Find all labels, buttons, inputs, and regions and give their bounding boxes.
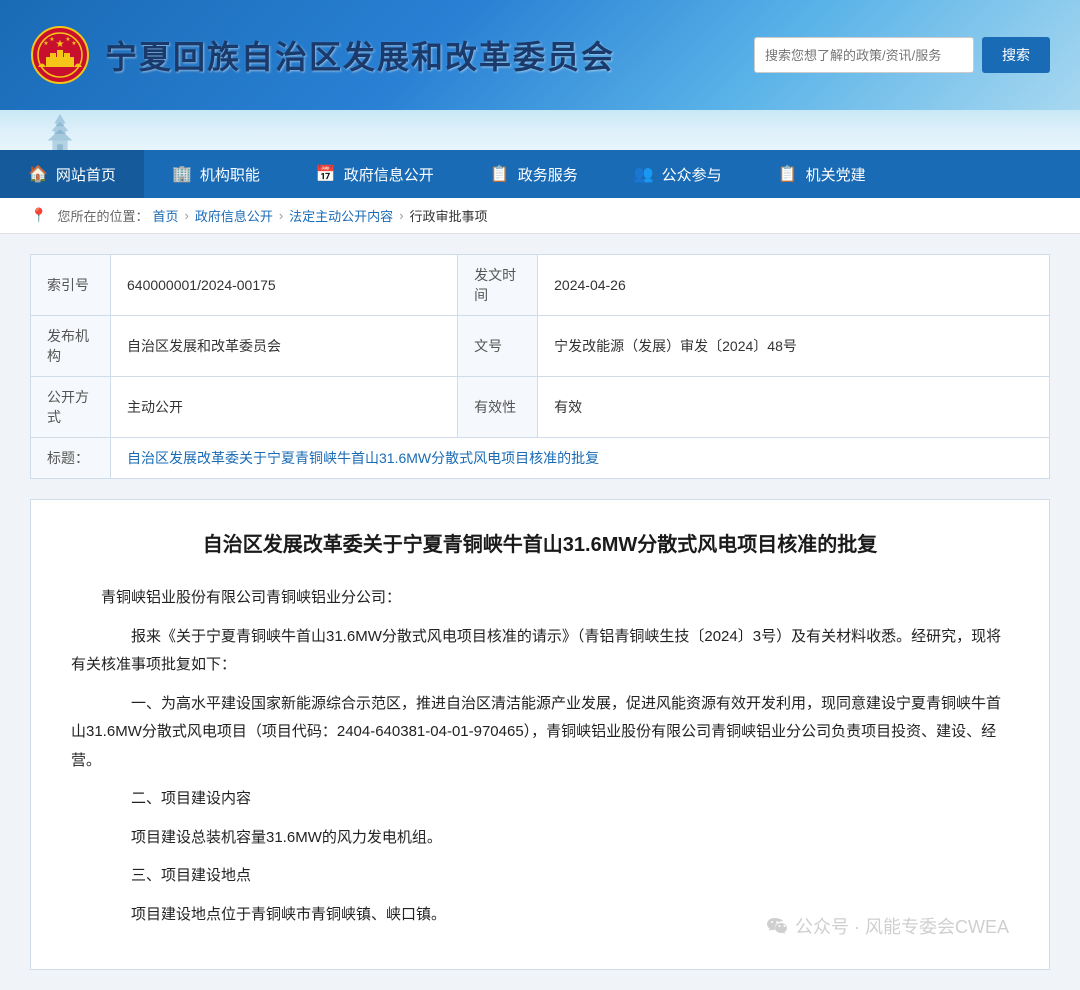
title-value: 自治区发展改革委关于宁夏青铜峡牛首山31.6MW分散式风电项目核准的批复 [111,438,1050,479]
wechat-watermark: 公众号 · 风能专委会CWEA [765,913,1009,939]
docnum-label: 文号 [458,316,538,377]
breadcrumb: 📍 您所在的位置： 首页 › 政府信息公开 › 法定主动公开内容 › 行政审批事… [0,198,1080,234]
breadcrumb-location-label: 您所在的位置： [57,206,148,225]
people-icon: 👥 [634,164,654,184]
search-input[interactable] [754,37,974,73]
page-header: ★ ★ ★ ★ ★ 宁夏回族自治区发展和改革委员会 搜索 [0,0,1080,110]
main-content: 索引号 640000001/2024-00175 发文时间 2024-04-26… [0,234,1080,990]
document-title: 自治区发展改革委关于宁夏青铜峡牛首山31.6MW分散式风电项目核准的批复 [71,530,1009,560]
doc-paragraph-1: 报来《关于宁夏青铜峡牛首山31.6MW分散式风电项目核准的请示》（青铝青铜峡生技… [71,623,1009,680]
document-content: 自治区发展改革委关于宁夏青铜峡牛首山31.6MW分散式风电项目核准的批复 青铜峡… [30,499,1050,970]
breadcrumb-home[interactable]: 首页 [152,206,178,225]
table-row: 发布机构 自治区发展和改革委员会 文号 宁发改能源（发展）审发〔2024〕48号 [31,316,1050,377]
party-icon: 📋 [778,164,798,184]
svg-text:★: ★ [71,40,76,47]
index-label: 索引号 [31,255,111,316]
date-label: 发文时间 [458,255,538,316]
nav-item-info[interactable]: 📅 政府信息公开 [288,150,462,198]
nav-label-info: 政府信息公开 [344,164,434,185]
index-value: 640000001/2024-00175 [111,255,458,316]
opentype-value: 主动公开 [111,377,458,438]
nav-label-org: 机构职能 [200,164,260,185]
org-icon: 🏢 [172,164,192,184]
national-emblem-icon: ★ ★ ★ ★ ★ [30,25,90,85]
pagoda-icon [30,112,90,150]
svg-text:★: ★ [56,39,65,50]
opentype-label: 公开方式 [31,377,111,438]
home-icon: 🏠 [28,164,48,184]
title-label: 标题： [31,438,111,479]
service-icon: 📋 [490,164,510,184]
svg-text:★: ★ [43,40,48,47]
validity-value: 有效 [538,377,1050,438]
document-body: 青铜峡铝业股份有限公司青铜峡铝业分公司： 报来《关于宁夏青铜峡牛首山31.6MW… [71,584,1009,929]
doc-paragraph-0: 青铜峡铝业股份有限公司青铜峡铝业分公司： [71,584,1009,613]
location-icon: 📍 [30,207,47,224]
doc-paragraph-2: 一、为高水平建设国家新能源综合示范区，推进自治区清洁能源产业发展，促进风能资源有… [71,690,1009,776]
nav-label-public: 公众参与 [662,164,722,185]
search-area: 搜索 [754,37,1050,73]
nav-item-public[interactable]: 👥 公众参与 [606,150,750,198]
calendar-icon: 📅 [316,164,336,184]
main-nav: 🏠 网站首页 🏢 机构职能 📅 政府信息公开 📋 政务服务 👥 公众参与 📋 机… [0,150,1080,198]
breadcrumb-current: 行政审批事项 [410,206,488,225]
wechat-icon [765,914,789,938]
validity-label: 有效性 [458,377,538,438]
nav-item-org[interactable]: 🏢 机构职能 [144,150,288,198]
nav-label-home: 网站首页 [56,164,116,185]
logo-area: ★ ★ ★ ★ ★ 宁夏回族自治区发展和改革委员会 [30,25,754,85]
table-row: 公开方式 主动公开 有效性 有效 [31,377,1050,438]
nav-label-party: 机关党建 [806,164,866,185]
publisher-label: 发布机构 [31,316,111,377]
doc-paragraph-3: 二、项目建设内容 [71,785,1009,814]
svg-text:★: ★ [65,36,70,43]
watermark-text: 公众号 · 风能专委会CWEA [795,913,1009,939]
nav-label-service: 政务服务 [518,164,578,185]
search-button[interactable]: 搜索 [982,37,1050,73]
breadcrumb-info[interactable]: 政府信息公开 [195,206,273,225]
publisher-value: 自治区发展和改革委员会 [111,316,458,377]
doc-paragraph-5: 三、项目建设地点 [71,862,1009,891]
docnum-value: 宁发改能源（发展）审发〔2024〕48号 [538,316,1050,377]
nav-item-party[interactable]: 📋 机关党建 [750,150,894,198]
doc-paragraph-4: 项目建设总装机容量31.6MW的风力发电机组。 [71,824,1009,853]
date-value: 2024-04-26 [538,255,1050,316]
scenic-decoration [0,110,1080,150]
svg-text:★: ★ [49,36,54,43]
table-row: 索引号 640000001/2024-00175 发文时间 2024-04-26 [31,255,1050,316]
nav-item-service[interactable]: 📋 政务服务 [462,150,606,198]
metadata-table: 索引号 640000001/2024-00175 发文时间 2024-04-26… [30,254,1050,479]
table-row: 标题： 自治区发展改革委关于宁夏青铜峡牛首山31.6MW分散式风电项目核准的批复 [31,438,1050,479]
nav-item-home[interactable]: 🏠 网站首页 [0,150,144,198]
site-title: 宁夏回族自治区发展和改革委员会 [105,32,615,78]
breadcrumb-legal[interactable]: 法定主动公开内容 [289,206,393,225]
